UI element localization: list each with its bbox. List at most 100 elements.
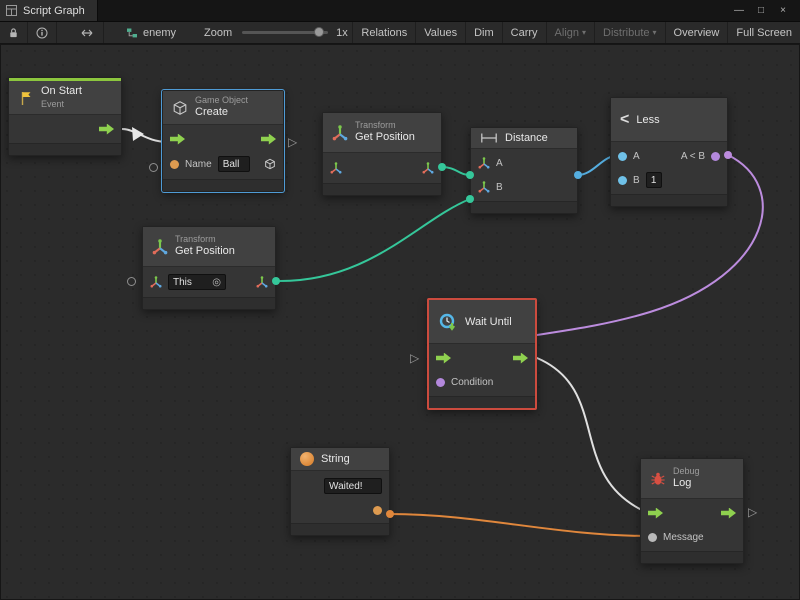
create-name-empty-port[interactable] bbox=[149, 163, 158, 172]
distribute-button[interactable]: Distribute▾ bbox=[594, 22, 664, 43]
flow-output-port[interactable] bbox=[721, 508, 736, 519]
zoom-slider[interactable] bbox=[242, 31, 328, 34]
align-button[interactable]: Align▾ bbox=[546, 22, 594, 43]
chevron-down-icon: ▾ bbox=[582, 28, 586, 37]
transform-icon bbox=[332, 125, 348, 141]
flow-triangle-marker: ▷ bbox=[748, 506, 757, 518]
node-category: Transform bbox=[355, 120, 415, 131]
wait-clock-icon bbox=[438, 312, 458, 332]
name-field[interactable]: Ball bbox=[218, 156, 250, 172]
name-input-port[interactable] bbox=[170, 160, 179, 169]
full-screen-button[interactable]: Full Screen bbox=[727, 22, 800, 43]
node-create[interactable]: Game Object Create Name Ball bbox=[162, 90, 284, 192]
object-picker-icon[interactable]: ◎ bbox=[212, 277, 221, 288]
string-output-port[interactable] bbox=[373, 506, 382, 515]
overview-button[interactable]: Overview bbox=[665, 22, 728, 43]
toolbar-buttons: Relations Values Dim Carry Align▾ Distri… bbox=[352, 22, 800, 43]
info-icon bbox=[36, 27, 48, 39]
flow-input-port[interactable] bbox=[648, 508, 663, 519]
node-category: Debug bbox=[673, 466, 700, 477]
graph-window-icon bbox=[6, 5, 17, 16]
graph-toolbar: enemy Zoom 1x Relations Values Dim Carry… bbox=[0, 22, 800, 44]
wire-string-to-debuglog-message bbox=[390, 514, 650, 536]
minimize-button[interactable]: — bbox=[730, 3, 748, 19]
b-input-port[interactable] bbox=[618, 176, 627, 185]
node-subtitle: Event bbox=[41, 99, 82, 110]
node-footer bbox=[291, 523, 389, 535]
node-get-position-1[interactable]: Transform Get Position bbox=[322, 112, 442, 196]
script-graph-asset-icon bbox=[126, 27, 138, 39]
position-output-port[interactable] bbox=[256, 276, 268, 288]
node-footer bbox=[611, 194, 727, 206]
node-footer bbox=[163, 179, 283, 191]
transform-input-port[interactable] bbox=[330, 162, 342, 174]
vector-b-input-port[interactable] bbox=[478, 181, 490, 193]
vector-a-input-port[interactable] bbox=[478, 157, 490, 169]
node-less[interactable]: < Less A A < B B 1 bbox=[610, 97, 728, 207]
node-title: Less bbox=[636, 114, 659, 126]
string-icon bbox=[300, 452, 314, 466]
carry-button[interactable]: Carry bbox=[502, 22, 546, 43]
chevron-down-icon: ▾ bbox=[653, 28, 657, 37]
node-title: Get Position bbox=[175, 245, 235, 259]
bug-icon bbox=[650, 471, 666, 487]
node-title: Log bbox=[673, 477, 700, 491]
window-titlebar: Script Graph — □ × bbox=[0, 0, 800, 22]
relations-button[interactable]: Relations bbox=[352, 22, 415, 43]
flow-output-port[interactable] bbox=[513, 353, 528, 364]
ruler-icon bbox=[480, 132, 498, 144]
output-label: A < B bbox=[681, 151, 705, 162]
position-output-port[interactable] bbox=[422, 162, 434, 174]
tab-script-graph[interactable]: Script Graph bbox=[0, 0, 98, 21]
b-value-field[interactable]: 1 bbox=[646, 172, 662, 188]
node-distance[interactable]: Distance A B bbox=[470, 127, 578, 214]
flow-input-port[interactable] bbox=[170, 134, 185, 145]
node-footer bbox=[143, 297, 275, 309]
transform-icon bbox=[152, 239, 168, 255]
wire-getposition1-to-distance-a bbox=[442, 167, 470, 175]
close-button[interactable]: × bbox=[774, 3, 792, 19]
flow-output-port[interactable] bbox=[261, 134, 276, 145]
string-value-field[interactable]: Waited! bbox=[324, 478, 382, 494]
dim-button[interactable]: Dim bbox=[465, 22, 502, 43]
node-category: Game Object bbox=[195, 95, 248, 106]
transform-input-port[interactable] bbox=[150, 276, 162, 288]
node-string[interactable]: String Waited! bbox=[290, 447, 390, 536]
node-footer bbox=[9, 143, 121, 155]
zoom-slider-handle[interactable] bbox=[314, 27, 324, 37]
info-toggle[interactable] bbox=[28, 22, 57, 43]
input-a-label: A bbox=[633, 151, 640, 162]
message-input-port[interactable] bbox=[648, 533, 657, 542]
node-category: Transform bbox=[175, 234, 235, 245]
flag-icon bbox=[18, 90, 34, 106]
graph-canvas[interactable]: On Start Event Game Object Create bbox=[0, 44, 800, 600]
lock-toggle[interactable] bbox=[0, 22, 28, 43]
node-debug-log[interactable]: Debug Log Message bbox=[640, 458, 744, 564]
graph-name: enemy bbox=[143, 27, 176, 39]
values-button[interactable]: Values bbox=[415, 22, 465, 43]
window-controls: — □ × bbox=[730, 3, 800, 19]
condition-input-port[interactable] bbox=[436, 378, 445, 387]
flow-input-port[interactable] bbox=[436, 353, 451, 364]
target-field[interactable]: This ◎ bbox=[168, 274, 226, 290]
zoom-label: Zoom bbox=[204, 27, 232, 39]
getposition2-empty-port[interactable] bbox=[127, 277, 136, 286]
less-icon: < bbox=[620, 112, 629, 128]
result-output-port[interactable] bbox=[711, 152, 720, 161]
graph-breadcrumb[interactable]: enemy bbox=[126, 27, 176, 39]
node-get-position-2[interactable]: Transform Get Position This ◎ bbox=[142, 226, 276, 310]
navigate-parent[interactable] bbox=[71, 22, 104, 43]
a-input-port[interactable] bbox=[618, 152, 627, 161]
node-on-start[interactable]: On Start Event bbox=[8, 77, 122, 156]
gameobject-output-port[interactable] bbox=[264, 158, 276, 170]
lock-icon bbox=[8, 27, 19, 39]
node-footer bbox=[323, 183, 441, 195]
flow-output-port[interactable] bbox=[99, 124, 114, 135]
node-title: Create bbox=[195, 106, 248, 120]
swap-arrows-icon bbox=[79, 28, 95, 38]
node-title: Distance bbox=[505, 132, 548, 144]
tab-title: Script Graph bbox=[23, 5, 85, 17]
maximize-button[interactable]: □ bbox=[752, 3, 770, 19]
node-wait-until[interactable]: Wait Until Condition bbox=[427, 298, 537, 410]
node-title: Wait Until bbox=[465, 316, 512, 328]
